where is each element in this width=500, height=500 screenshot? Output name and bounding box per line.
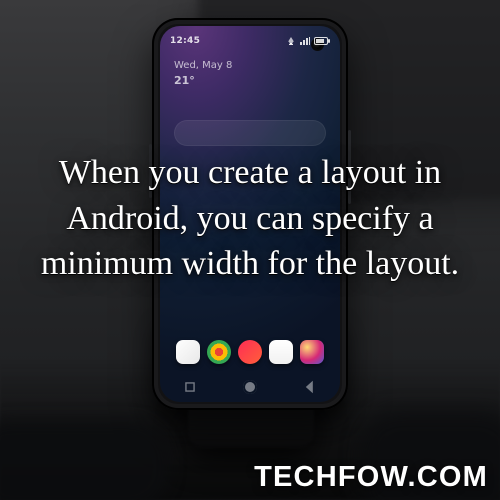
- promo-image: 12:45 Wed, May 8 21°: [0, 0, 500, 500]
- status-bar: 12:45: [170, 34, 328, 48]
- wifi-icon: [286, 37, 296, 45]
- battery-icon: [314, 37, 328, 45]
- widget-temp: 21°: [174, 74, 276, 87]
- dock-app-instagram-icon: [300, 340, 324, 364]
- signal-icon: [300, 37, 310, 45]
- dock-app-messages-icon: [269, 340, 293, 364]
- android-nav-bar: [160, 380, 340, 394]
- app-dock: [172, 340, 328, 364]
- site-watermark: TECHFOW.COM: [254, 461, 488, 494]
- overlay-caption: When you create a layout in Android, you…: [24, 150, 476, 287]
- nav-recent-icon: [183, 380, 197, 394]
- nav-home-icon: [243, 380, 257, 394]
- dock-app-chrome-icon: [207, 340, 231, 364]
- dock-app-music-icon: [238, 340, 262, 364]
- status-time: 12:45: [170, 37, 200, 46]
- dock-app-phone-icon: [176, 340, 200, 364]
- search-bar: [174, 120, 326, 146]
- home-widget: Wed, May 8 21°: [174, 60, 276, 87]
- nav-back-icon: [303, 380, 317, 394]
- foreground-object-left: [0, 420, 170, 500]
- widget-date: Wed, May 8: [174, 60, 276, 72]
